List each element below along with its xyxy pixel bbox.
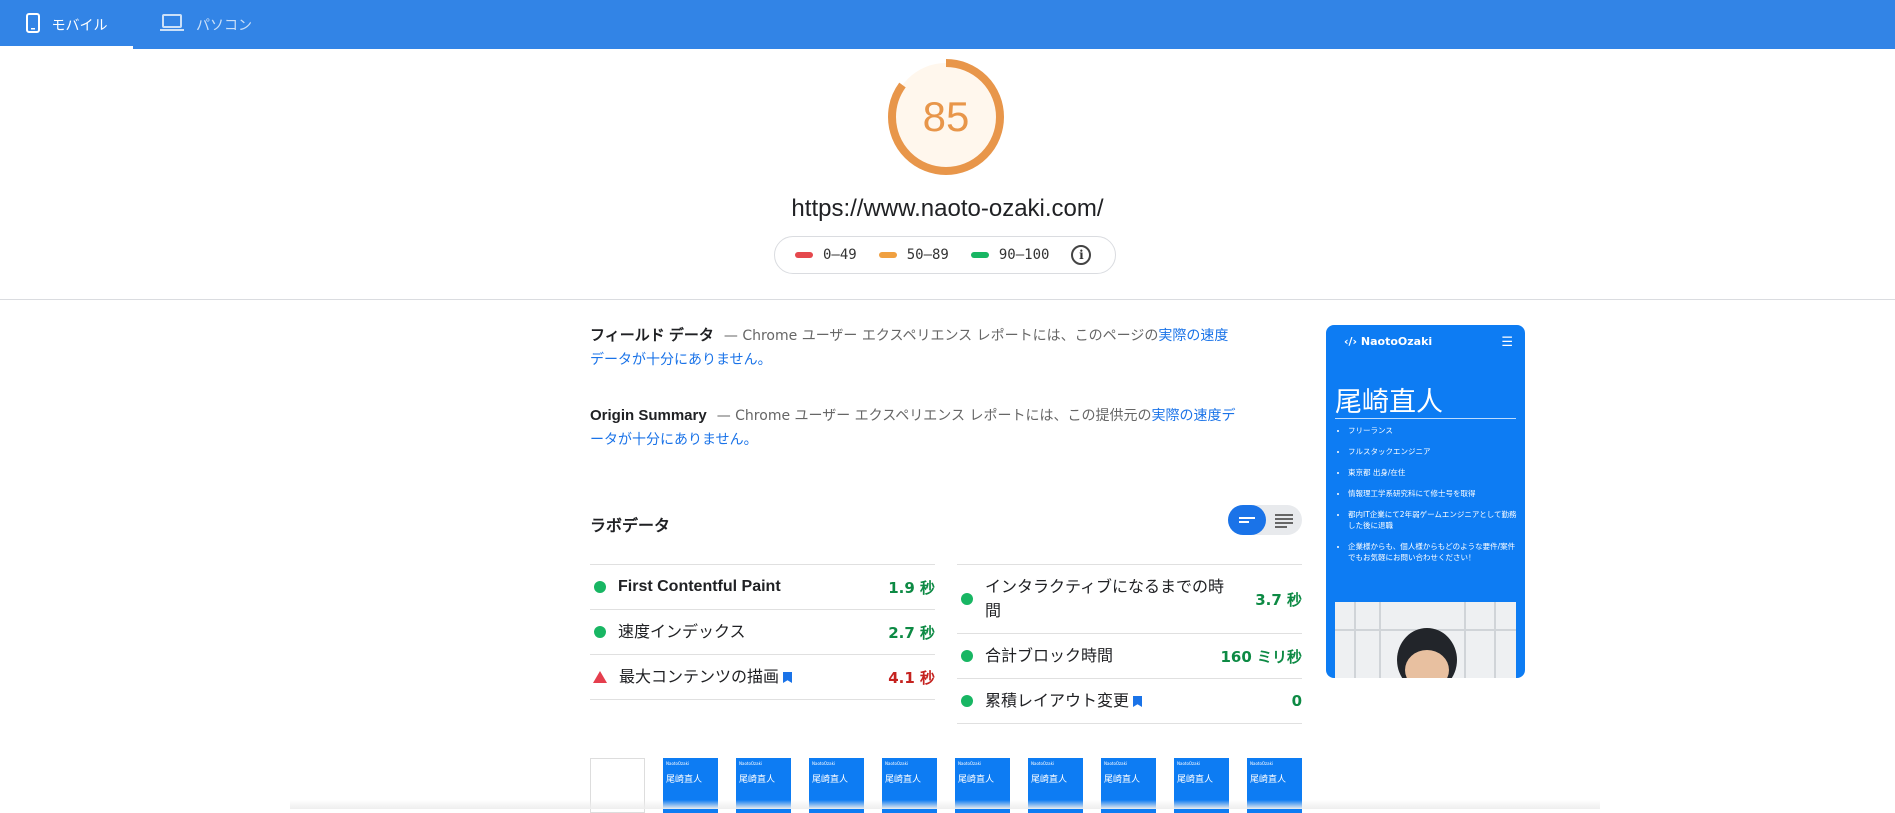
legend-label-pass: 90–100 [998, 247, 1050, 263]
tab-desktop-label: パソコン [196, 17, 252, 34]
score-legend: 0–49 50–89 90–100 i [774, 236, 1116, 274]
metrics-column-left: First Contentful Paint 1.9 秒 速度インデックス 2.… [590, 564, 935, 700]
tab-desktop[interactable]: パソコン [160, 0, 280, 49]
frame-logo: NaotoOzaki [739, 761, 763, 766]
origin-summary-title: Origin Summary [590, 407, 707, 424]
metric-value: 2.7 秒 [888, 623, 935, 642]
laptop-icon [160, 13, 184, 36]
pass-status-icon [961, 650, 973, 662]
title-rule [1335, 418, 1516, 419]
list-item: フルスタックエンジニア [1348, 446, 1518, 457]
pass-status-icon [594, 626, 606, 638]
metric-name: 最大コンテンツの描画 [619, 665, 888, 689]
metric-speed-index: 速度インデックス 2.7 秒 [590, 609, 935, 654]
pass-status-icon [961, 695, 973, 707]
tested-url: https://www.naoto-ozaki.com/ [791, 195, 1104, 222]
lab-data-title: ラボデータ [590, 516, 671, 535]
tab-mobile-label: モバイル [51, 17, 108, 34]
frame-title: 尾崎直人 [1177, 775, 1214, 785]
frame-title: 尾崎直人 [1250, 775, 1287, 785]
legend-label-average: 50–89 [906, 247, 949, 263]
metric-name: インタラクティブになるまでの時間 [985, 577, 1225, 620]
metric-name: First Contentful Paint [618, 578, 781, 595]
field-data-text: — Chrome ユーザー エクスペリエンス レポートには、このページの [723, 328, 1159, 344]
tab-mobile[interactable]: モバイル [0, 0, 133, 49]
divider [0, 299, 1895, 300]
frame-title: 尾崎直人 [666, 775, 703, 785]
frame-title: 尾崎直人 [958, 775, 995, 785]
frame-logo: NaotoOzaki [885, 761, 909, 766]
frame-logo: NaotoOzaki [1177, 761, 1201, 766]
metric-name-text: 累積レイアウト変更 [985, 691, 1130, 710]
frame-logo: NaotoOzaki [812, 761, 836, 766]
legend-item-pass: 90–100 [970, 247, 1050, 263]
metrics-column-right: インタラクティブになるまでの時間 3.7 秒 合計ブロック時間 160 ミリ秒 … [957, 564, 1302, 724]
metric-name: 累積レイアウト変更 [985, 689, 1292, 713]
frame-title: 尾崎直人 [1031, 775, 1068, 785]
frame-title: 尾崎直人 [812, 775, 849, 785]
frame-logo: NaotoOzaki [1104, 761, 1128, 766]
field-data-section: フィールド データ — Chrome ユーザー エクスペリエンス レポートには、こ… [590, 324, 1240, 372]
device-tabs-bar: モバイル パソコン [0, 0, 1895, 49]
list-item: 東京都 出身/在住 [1348, 467, 1518, 478]
metric-time-to-interactive: インタラクティブになるまでの時間 3.7 秒 [957, 564, 1302, 633]
pass-status-icon [594, 581, 606, 593]
legend-label-fail: 0–49 [823, 247, 857, 263]
hamburger-menu-icon: ☰ [1501, 335, 1513, 350]
list-item: 情報理工学系研究科にて修士号を取得 [1348, 488, 1518, 499]
metric-name-text: 最大コンテンツの描画 [619, 667, 780, 686]
bookmark-icon [783, 672, 793, 683]
profile-photo [1335, 602, 1516, 678]
metric-value: 1.9 秒 [888, 578, 935, 597]
legend-swatch-pass [970, 252, 989, 258]
site-title: 尾崎直人 [1335, 387, 1443, 418]
frame-title: 尾崎直人 [1104, 775, 1141, 785]
metric-cumulative-layout-shift: 累積レイアウト変更 0 [957, 678, 1302, 724]
frame-logo: NaotoOzaki [666, 761, 690, 766]
origin-summary-text: — Chrome ユーザー エクスペリエンス レポートには、この提供元の [716, 408, 1152, 424]
compact-view-icon [1239, 517, 1255, 523]
fail-status-icon [593, 671, 607, 683]
frame-logo: NaotoOzaki [1250, 761, 1274, 766]
bottom-shadow [290, 800, 1600, 809]
site-logo: ‹/› NaotoOzaki [1344, 335, 1433, 348]
frame-title: 尾崎直人 [885, 775, 922, 785]
performance-score: 85 [922, 93, 970, 140]
metric-name: 速度インデックス [618, 622, 746, 641]
metric-name: 合計ブロック時間 [985, 646, 1114, 665]
legend-item-average: 50–89 [878, 247, 949, 263]
frame-logo: NaotoOzaki [1031, 761, 1055, 766]
person-photo-image [1335, 602, 1516, 678]
metric-value: 4.1 秒 [888, 668, 935, 687]
origin-summary-section: Origin Summary — Chrome ユーザー エクスペリエンス レポー… [590, 404, 1240, 452]
frame-logo: NaotoOzaki [958, 761, 982, 766]
frame-title: 尾崎直人 [739, 775, 776, 785]
list-item: フリーランス [1348, 425, 1518, 436]
metric-first-contentful-paint: First Contentful Paint 1.9 秒 [590, 564, 935, 609]
metric-total-blocking-time: 合計ブロック時間 160 ミリ秒 [957, 633, 1302, 678]
field-data-title: フィールド データ [590, 327, 714, 344]
bookmark-icon [1133, 696, 1143, 707]
info-icon[interactable]: i [1071, 245, 1092, 265]
legend-swatch-average [878, 252, 897, 258]
metric-value: 160 ミリ秒 [1220, 647, 1302, 666]
smartphone-icon [25, 12, 40, 37]
list-item: 都内IT企業にて2年弱ゲームエンジニアとして勤務した後に退職 [1348, 509, 1518, 531]
compact-view-button[interactable] [1228, 505, 1266, 535]
metric-largest-contentful-paint: 最大コンテンツの描画 4.1 秒 [590, 654, 935, 700]
legend-swatch-fail [795, 252, 813, 258]
profile-list: フリーランス フルスタックエンジニア 東京都 出身/在住 情報理工学系研究科にて… [1336, 425, 1518, 573]
metric-value: 3.7 秒 [1255, 590, 1302, 609]
pass-status-icon [961, 593, 973, 605]
metrics-view-toggle[interactable] [1228, 505, 1302, 535]
metric-value: 0 [1291, 692, 1302, 710]
final-screenshot: ‹/› NaotoOzaki ☰ 尾崎直人 フリーランス フルスタックエンジニア… [1326, 325, 1525, 678]
expanded-view-icon[interactable] [1266, 505, 1302, 535]
list-item: 企業様からも、個人様からもどのような要件/案件でもお気軽にお問い合わせください！ [1348, 541, 1518, 563]
legend-item-fail: 0–49 [795, 247, 857, 263]
